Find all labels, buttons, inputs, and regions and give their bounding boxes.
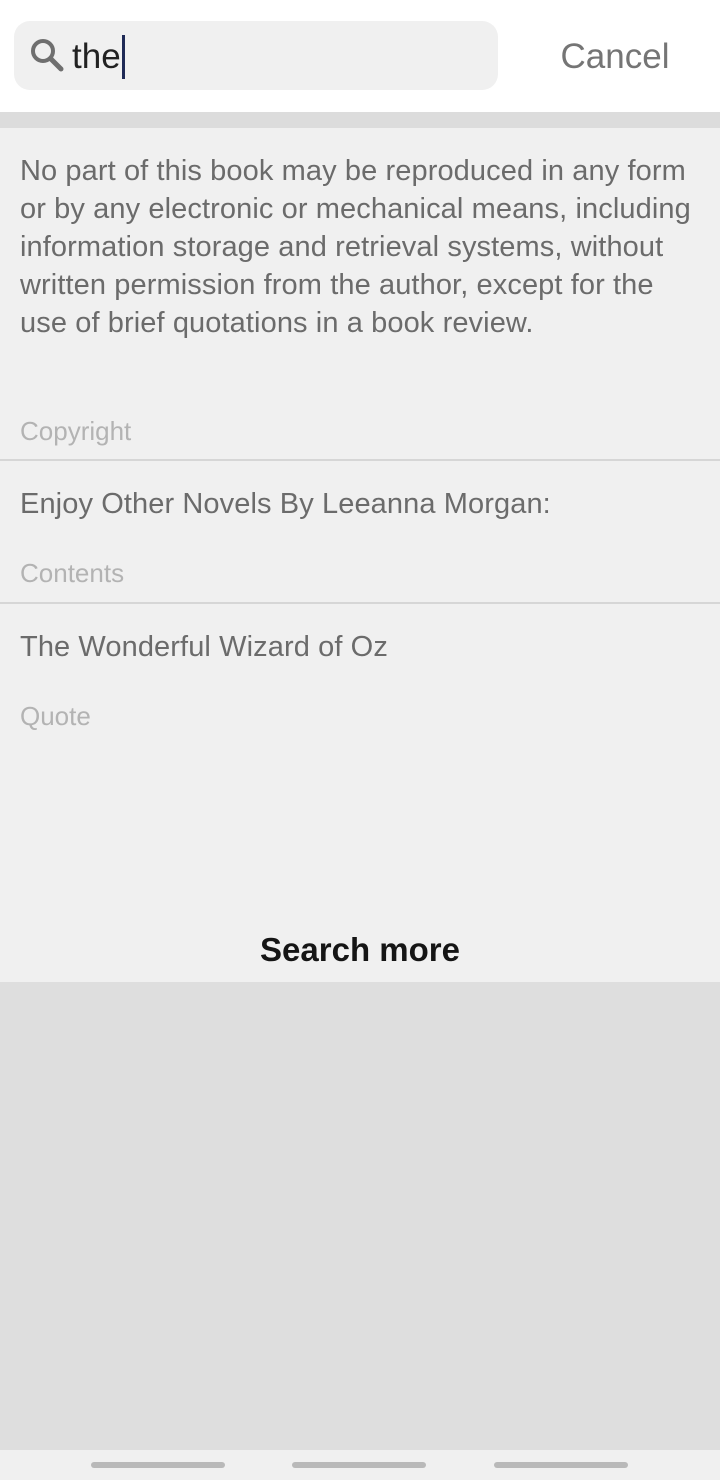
search-results-list: No part of this book may be reproduced i… [0,128,720,982]
cancel-button[interactable]: Cancel [545,34,685,80]
result-snippet: No part of this book may be reproduced i… [20,155,691,339]
search-header: the Cancel [0,0,720,112]
nav-handle-left[interactable] [91,1462,225,1468]
text-cursor [121,35,125,79]
search-result-item[interactable]: No part of this book may be reproduced i… [0,128,720,460]
nav-handle-center[interactable] [292,1462,426,1468]
search-query-text: the [72,37,121,76]
gesture-navigation-bar [0,1450,720,1480]
result-section-label: Contents [20,558,125,588]
search-input[interactable]: the [72,35,125,79]
result-section-label: Quote [20,701,91,731]
nav-handle-right[interactable] [494,1462,628,1468]
search-more-button[interactable]: Search more [0,918,720,982]
search-icon [31,39,64,72]
header-separator [0,112,720,128]
result-section-label: Copyright [20,416,132,446]
result-snippet: The Wonderful Wizard of Oz [20,631,388,663]
search-result-item[interactable]: The Wonderful Wizard of Oz Quote [0,604,720,746]
search-result-item[interactable]: Enjoy Other Novels By Leeanna Morgan: Co… [0,461,720,603]
result-snippet: Enjoy Other Novels By Leeanna Morgan: [20,488,551,520]
